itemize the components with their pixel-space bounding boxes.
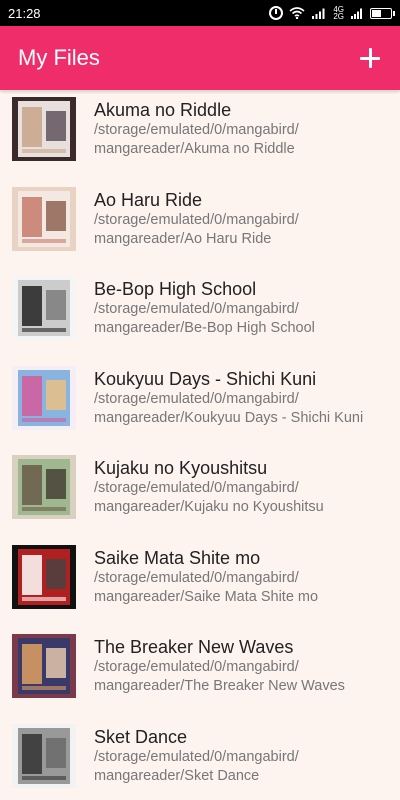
file-path-line2: mangareader/The Breaker New Waves xyxy=(94,678,345,694)
file-title: Koukyuu Days - Shichi Kuni xyxy=(94,368,317,389)
file-path-line1: /storage/emulated/0/mangabird/ xyxy=(94,301,299,317)
file-item[interactable]: Koukyuu Days - Shichi Kuni/storage/emula… xyxy=(0,359,400,449)
file-title: Sket Dance xyxy=(94,726,188,747)
file-path-line1: /storage/emulated/0/mangabird/ xyxy=(94,659,299,675)
file-path-line1: /storage/emulated/0/mangabird/ xyxy=(94,122,299,138)
file-title: Kujaku no Kyoushitsu xyxy=(94,458,268,478)
file-item[interactable]: Ao Haru Ride/storage/emulated/0/mangabir… xyxy=(0,180,400,270)
manga-cover-thumbnail xyxy=(12,723,76,788)
manga-cover-thumbnail xyxy=(12,365,76,430)
file-title: Ao Haru Ride xyxy=(94,189,203,210)
file-item[interactable]: Be-Bop High School/storage/emulated/0/ma… xyxy=(0,269,400,359)
file-title: The Breaker New Waves xyxy=(94,637,294,657)
signal-secondary-icon xyxy=(351,8,362,19)
file-item[interactable]: Kujaku no Kyoushitsu/storage/emulated/0/… xyxy=(0,448,400,538)
page-title: My Files xyxy=(18,45,100,70)
manga-cover-thumbnail xyxy=(12,186,76,251)
file-texts: Saike Mata Shite mo/storage/emulated/0/m… xyxy=(94,543,318,607)
alarm-icon xyxy=(269,6,284,20)
wifi-icon xyxy=(289,7,305,19)
file-item[interactable]: Akuma no Riddle/storage/emulated/0/manga… xyxy=(0,90,400,180)
file-item[interactable]: Sket Dance/storage/emulated/0/mangabird/… xyxy=(0,717,400,800)
manga-cover-thumbnail xyxy=(12,455,76,519)
file-texts: The Breaker New Waves/storage/emulated/0… xyxy=(94,632,345,696)
file-path-line2: mangareader/Saike Mata Shite mo xyxy=(94,588,319,605)
file-path-line2: mangareader/Kujaku no Kyoushitsu xyxy=(94,499,324,515)
signal-icon xyxy=(312,8,325,19)
file-path-line2: mangareader/Sket Dance xyxy=(94,767,260,784)
file-path-line2: mangareader/Be-Bop High School xyxy=(94,320,315,336)
battery-icon xyxy=(370,7,395,19)
file-title: Akuma no Riddle xyxy=(94,100,232,120)
manga-cover-thumbnail xyxy=(12,276,76,340)
net-bottom-label: 2G xyxy=(333,12,344,21)
file-path-line1: /storage/emulated/0/mangabird/ xyxy=(94,748,299,765)
status-time: 21:28 xyxy=(8,5,41,21)
file-path-line1: /storage/emulated/0/mangabird/ xyxy=(94,211,299,228)
network-type-label: 4G 2G xyxy=(333,6,344,21)
manga-cover-thumbnail xyxy=(12,97,76,161)
file-list[interactable]: Akuma no Riddle/storage/emulated/0/manga… xyxy=(0,90,400,800)
file-texts: Koukyuu Days - Shichi Kuni/storage/emula… xyxy=(94,364,363,428)
file-texts: Be-Bop High School/storage/emulated/0/ma… xyxy=(94,274,315,338)
file-title: Saike Mata Shite mo xyxy=(94,547,261,568)
app-bar: My Files xyxy=(0,26,400,90)
file-texts: Sket Dance/storage/emulated/0/mangabird/… xyxy=(94,722,299,786)
file-title: Be-Bop High School xyxy=(94,279,257,299)
file-texts: Kujaku no Kyoushitsu/storage/emulated/0/… xyxy=(94,453,324,517)
status-bar: 21:28 4G 2G xyxy=(0,0,400,26)
file-path-line1: /storage/emulated/0/mangabird/ xyxy=(94,390,299,407)
file-item[interactable]: Saike Mata Shite mo/storage/emulated/0/m… xyxy=(0,538,400,628)
file-path-line2: mangareader/Akuma no Riddle xyxy=(94,141,295,157)
file-texts: Akuma no Riddle/storage/emulated/0/manga… xyxy=(94,95,299,159)
file-path-line2: mangareader/Koukyuu Days - Shichi Kuni xyxy=(94,409,364,426)
file-path-line1: /storage/emulated/0/mangabird/ xyxy=(94,569,299,586)
file-texts: Ao Haru Ride/storage/emulated/0/mangabir… xyxy=(94,185,299,249)
manga-cover-thumbnail xyxy=(12,544,76,609)
file-path-line2: mangareader/Ao Haru Ride xyxy=(94,230,272,247)
manga-cover-thumbnail xyxy=(12,634,76,698)
status-icons: 4G 2G xyxy=(269,6,395,21)
add-button[interactable] xyxy=(356,44,384,72)
file-item[interactable]: The Breaker New Waves/storage/emulated/0… xyxy=(0,627,400,717)
file-path-line1: /storage/emulated/0/mangabird/ xyxy=(94,480,299,496)
